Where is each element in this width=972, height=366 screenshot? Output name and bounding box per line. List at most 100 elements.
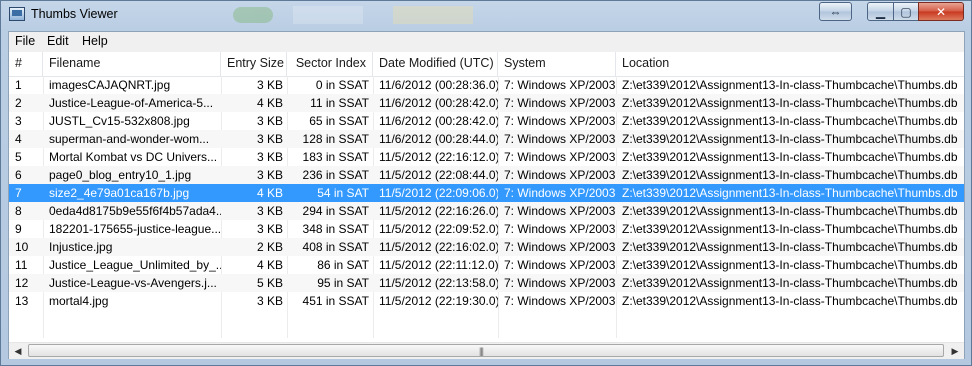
cell-entry-size: 3 KB bbox=[256, 78, 283, 92]
maximize-icon[interactable]: ▢ bbox=[893, 2, 919, 21]
cell-date-modified: 11/5/2012 (22:11:12.0) bbox=[379, 258, 498, 272]
thumbnail-list[interactable]: # Filename Entry Size Sector Index Date … bbox=[9, 52, 964, 359]
cell-number: 11 bbox=[15, 258, 28, 272]
column-header-date-modified[interactable]: Date Modified (UTC) bbox=[373, 52, 498, 76]
resize-arrows-icon[interactable]: ⇔ bbox=[819, 2, 852, 21]
cell-sector-index: 95 in SAT bbox=[317, 276, 369, 290]
cell-system: 7: Windows XP/2003 bbox=[504, 294, 616, 308]
cell-number: 5 bbox=[15, 150, 22, 164]
table-row[interactable]: 9 182201-175655-justice-league... 3 KB 348 … bbox=[9, 220, 964, 238]
cell-entry-size: 3 KB bbox=[256, 168, 283, 182]
cell-system: 7: Windows XP/2003 bbox=[504, 150, 616, 164]
menu-help[interactable]: Help bbox=[82, 34, 108, 48]
cell-number: 12 bbox=[15, 276, 29, 290]
cell-system: 7: Windows XP/2003 bbox=[504, 258, 616, 272]
cell-system: 7: Windows XP/2003 bbox=[504, 78, 616, 92]
table-row[interactable]: 11 Justice_League_Unlimited_by_... 4 KB 86 … bbox=[9, 256, 964, 274]
cell-number: 10 bbox=[15, 240, 29, 254]
cell-filename: Justice_League_Unlimited_by_... bbox=[49, 258, 221, 272]
cell-location: Z:\et339\2012\Assignment13-In-class-Thum… bbox=[622, 132, 958, 146]
cell-entry-size: 3 KB bbox=[256, 222, 283, 236]
cell-filename: page0_blog_entry10_1.jpg bbox=[49, 168, 192, 182]
table-row[interactable]: 2 Justice-League-of-America-5... 4 KB 11 in… bbox=[9, 94, 964, 112]
cell-date-modified: 11/5/2012 (22:16:12.0) bbox=[379, 150, 498, 164]
column-header-filename[interactable]: Filename bbox=[43, 52, 221, 76]
minimize-icon[interactable]: ▁ bbox=[867, 2, 894, 21]
menu-bar: File Edit Help bbox=[9, 32, 964, 53]
cell-sector-index: 86 in SAT bbox=[317, 258, 369, 272]
table-row[interactable]: 10 Injustice.jpg 2 KB 408 in SSAT 11/5/2012 … bbox=[9, 238, 964, 256]
close-icon[interactable]: ✕ bbox=[918, 2, 964, 21]
app-window: Thumbs Viewer ⇔ ▁ ▢ ✕ File Edit Help # F… bbox=[0, 0, 972, 366]
cell-system: 7: Windows XP/2003 bbox=[504, 186, 616, 200]
table-row[interactable]: 12 Justice-League-vs-Avengers.j... 5 KB 95 … bbox=[9, 274, 964, 292]
cell-sector-index: 183 in SSAT bbox=[302, 150, 369, 164]
scroll-right-arrow-icon[interactable]: ▶ bbox=[947, 344, 963, 358]
cell-entry-size: 4 KB bbox=[256, 96, 283, 110]
cell-filename: Injustice.jpg bbox=[49, 240, 113, 254]
cell-filename: superman-and-wonder-wom... bbox=[49, 132, 210, 146]
cell-filename: size2_4e79a01ca167b.jpg bbox=[49, 186, 190, 200]
table-row[interactable]: 13 mortal4.jpg 3 KB 451 in SSAT 11/5/2012 (2… bbox=[9, 292, 964, 310]
cell-filename: Justice-League-of-America-5... bbox=[49, 96, 214, 110]
cell-location: Z:\et339\2012\Assignment13-In-class-Thum… bbox=[622, 204, 958, 218]
column-header-number[interactable]: # bbox=[9, 52, 43, 76]
horizontal-scrollbar[interactable]: ◀ ||| ▶ bbox=[9, 342, 964, 359]
cell-filename: 0eda4d8175b9e55f6f4b57ada4... bbox=[49, 204, 221, 218]
cell-sector-index: 0 in SSAT bbox=[315, 78, 369, 92]
cell-date-modified: 11/6/2012 (00:28:36.0) bbox=[379, 78, 498, 92]
menu-file[interactable]: File bbox=[15, 34, 35, 48]
cell-date-modified: 11/6/2012 (00:28:42.0) bbox=[379, 96, 498, 110]
cell-sector-index: 294 in SSAT bbox=[302, 204, 369, 218]
cell-entry-size: 4 KB bbox=[256, 186, 283, 200]
table-row[interactable]: 7 size2_4e79a01ca167b.jpg 4 KB 54 in SAT 11/… bbox=[9, 184, 964, 202]
table-row[interactable]: 1 imagesCAJAQNRT.jpg 3 KB 0 in SSAT 11/6/201… bbox=[9, 76, 964, 94]
title-bar[interactable]: Thumbs Viewer ⇔ ▁ ▢ ✕ bbox=[1, 1, 971, 29]
cell-sector-index: 65 in SSAT bbox=[309, 114, 369, 128]
table-row[interactable]: 4 superman-and-wonder-wom... 3 KB 128 in SS… bbox=[9, 130, 964, 148]
cell-filename: JUSTL_Cv15-532x808.jpg bbox=[49, 114, 190, 128]
cell-location: Z:\et339\2012\Assignment13-In-class-Thum… bbox=[622, 294, 958, 308]
cell-date-modified: 11/5/2012 (22:13:58.0) bbox=[379, 276, 498, 290]
cell-entry-size: 3 KB bbox=[256, 150, 283, 164]
column-header-system[interactable]: System bbox=[498, 52, 616, 76]
cell-location: Z:\et339\2012\Assignment13-In-class-Thum… bbox=[622, 186, 958, 200]
cell-system: 7: Windows XP/2003 bbox=[504, 222, 616, 236]
window-title: Thumbs Viewer bbox=[31, 7, 118, 21]
column-header-location[interactable]: Location bbox=[616, 52, 964, 76]
cell-sector-index: 236 in SSAT bbox=[302, 168, 369, 182]
cell-filename: Mortal Kombat vs DC Univers... bbox=[49, 150, 218, 164]
cell-entry-size: 3 KB bbox=[256, 132, 283, 146]
cell-filename: mortal4.jpg bbox=[49, 294, 109, 308]
cell-number: 9 bbox=[15, 222, 22, 236]
column-header-entry-size[interactable]: Entry Size bbox=[221, 52, 287, 76]
cell-number: 3 bbox=[15, 114, 22, 128]
cell-number: 1 bbox=[15, 78, 22, 92]
scroll-left-arrow-icon[interactable]: ◀ bbox=[10, 344, 26, 358]
menu-edit[interactable]: Edit bbox=[47, 34, 69, 48]
client-area: File Edit Help # Filename Entry Size Sec… bbox=[8, 31, 965, 359]
cell-location: Z:\et339\2012\Assignment13-In-class-Thum… bbox=[622, 150, 958, 164]
table-row[interactable]: 5 Mortal Kombat vs DC Univers... 3 KB 183 i… bbox=[9, 148, 964, 166]
list-header: # Filename Entry Size Sector Index Date … bbox=[9, 52, 964, 77]
background-window-ghost bbox=[233, 3, 483, 27]
table-row[interactable]: 8 0eda4d8175b9e55f6f4b57ada4... 3 KB 294 in… bbox=[9, 202, 964, 220]
cell-date-modified: 11/5/2012 (22:09:06.0) bbox=[379, 186, 498, 200]
table-row[interactable]: 6 page0_blog_entry10_1.jpg 3 KB 236 in SSAT… bbox=[9, 166, 964, 184]
cell-sector-index: 128 in SSAT bbox=[302, 132, 369, 146]
table-row[interactable]: 3 JUSTL_Cv15-532x808.jpg 3 KB 65 in SSAT 11/… bbox=[9, 112, 964, 130]
thumbs-viewer-app-icon[interactable] bbox=[9, 7, 25, 21]
cell-filename: 182201-175655-justice-league... bbox=[49, 222, 221, 236]
column-header-sector-index[interactable]: Sector Index bbox=[287, 52, 373, 76]
cell-location: Z:\et339\2012\Assignment13-In-class-Thum… bbox=[622, 168, 958, 182]
scroll-grip-icon: ||| bbox=[479, 346, 484, 356]
cell-date-modified: 11/5/2012 (22:19:30.0) bbox=[379, 294, 498, 308]
cell-system: 7: Windows XP/2003 bbox=[504, 168, 616, 182]
cell-location: Z:\et339\2012\Assignment13-In-class-Thum… bbox=[622, 258, 958, 272]
cell-entry-size: 3 KB bbox=[256, 204, 283, 218]
scrollbar-thumb[interactable]: ||| bbox=[28, 344, 944, 357]
cell-date-modified: 11/5/2012 (22:16:02.0) bbox=[379, 240, 498, 254]
cell-entry-size: 5 KB bbox=[256, 276, 283, 290]
cell-system: 7: Windows XP/2003 bbox=[504, 96, 616, 110]
cell-date-modified: 11/5/2012 (22:16:26.0) bbox=[379, 204, 498, 218]
